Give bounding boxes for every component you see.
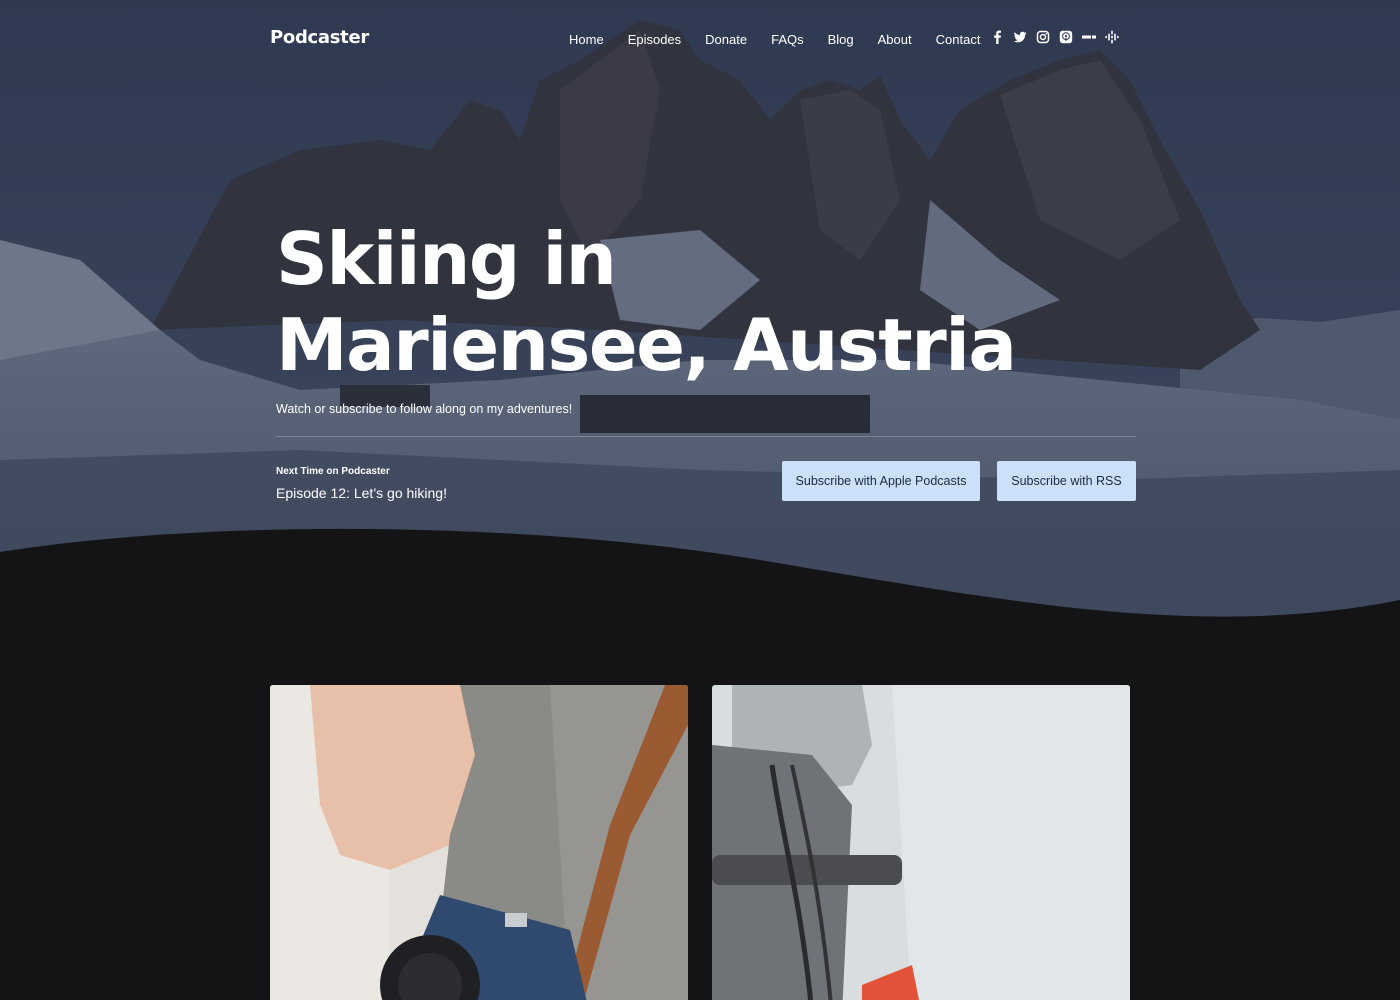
nav-home-link[interactable]: Home [557, 31, 616, 49]
episode-card-image-camera[interactable] [270, 685, 688, 1000]
site-header: Podcaster Home Episodes Donate FAQs Blog… [0, 0, 1400, 78]
nav-blog-link[interactable]: Blog [816, 31, 866, 49]
twitter-icon[interactable] [1013, 29, 1027, 45]
apple-podcasts-icon[interactable] [1059, 29, 1073, 45]
nav-about-link[interactable]: About [866, 31, 924, 49]
next-episode-title[interactable]: Episode 12: Let’s go hiking! [276, 485, 447, 501]
nav-donate-link[interactable]: Donate [693, 31, 759, 49]
main-menu: Home Episodes Donate FAQs Blog About Con… [557, 31, 992, 49]
site-logo[interactable]: Podcaster [270, 27, 369, 48]
hero-subtitle: Watch or subscribe to follow along on my… [276, 402, 573, 416]
hero-title: Skiing in Mariensee, Austria [276, 216, 1036, 388]
hero-divider [276, 436, 1136, 437]
nav-faqs-link[interactable]: FAQs [759, 31, 816, 49]
hero-title-line-1: Skiing in [276, 217, 617, 301]
google-podcasts-icon[interactable] [1105, 29, 1119, 45]
spotify-icon[interactable] [1082, 29, 1096, 45]
next-episode-label: Next Time on Podcaster [276, 466, 390, 477]
nav-episodes-link[interactable]: Episodes [616, 31, 693, 49]
social-links [990, 29, 1119, 45]
subscribe-rss-button[interactable]: Subscribe with RSS [997, 461, 1136, 501]
hero-title-line-2: Mariensee, Austria [276, 303, 1017, 387]
instagram-icon[interactable] [1036, 29, 1050, 45]
subscribe-apple-podcasts-button[interactable]: Subscribe with Apple Podcasts [782, 461, 980, 501]
facebook-icon[interactable] [990, 29, 1004, 45]
nav-contact-link[interactable]: Contact [924, 31, 993, 49]
episode-card-image-climber[interactable] [712, 685, 1130, 1000]
